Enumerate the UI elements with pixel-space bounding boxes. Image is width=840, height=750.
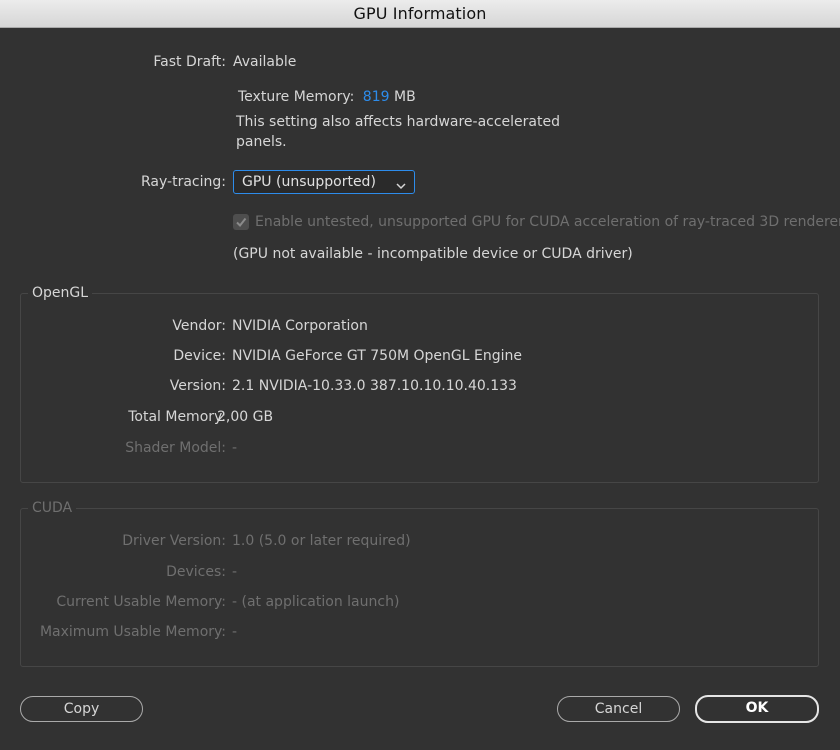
ray-tracing-select[interactable]: GPU (unsupported) [233,170,415,194]
enable-untested-gpu-label: Enable untested, unsupported GPU for CUD… [255,214,840,230]
fast-draft-note-line2: panels. [236,134,287,150]
vendor-label: Vendor: [172,318,226,334]
total-memory-label: Total Memory: [128,409,226,425]
texture-memory-label: Texture Memory: [238,89,355,105]
ray-tracing-status: (GPU not available - incompatible device… [233,246,633,262]
gpu-information-dialog: GPU Information Fast Draft: Available Te… [0,0,840,750]
chevron-down-icon [396,178,406,194]
cuda-group [20,508,819,667]
texture-memory-row: Texture Memory: 819 MB [238,89,416,105]
ray-tracing-label: Ray-tracing: [141,174,226,190]
fast-draft-label: Fast Draft: [153,54,226,70]
enable-untested-gpu-checkbox[interactable] [233,214,249,230]
version-value: 2.1 NVIDIA-10.33.0 387.10.10.10.40.133 [232,378,517,394]
copy-button[interactable]: Copy [20,696,143,722]
version-label: Version: [169,378,226,394]
cuda-group-title: CUDA [28,500,77,516]
current-usable-memory-label: Current Usable Memory: [56,594,226,610]
shader-model-value: - [232,440,238,456]
fast-draft-note-line1: This setting also affects hardware-accel… [236,114,560,130]
vendor-value: NVIDIA Corporation [232,318,368,334]
checkmark-icon [236,217,247,228]
window-title: GPU Information [353,4,487,23]
title-bar[interactable]: GPU Information [0,0,840,28]
devices-value: - [232,564,238,580]
device-value: NVIDIA GeForce GT 750M OpenGL Engine [232,348,522,364]
maximum-usable-memory-value: - [232,624,238,640]
driver-version-value: 1.0 (5.0 or later required) [232,533,411,549]
ok-button[interactable]: OK [695,695,819,723]
cancel-button[interactable]: Cancel [557,696,680,722]
device-label: Device: [173,348,226,364]
opengl-group-title: OpenGL [28,285,93,301]
ray-tracing-selected-value: GPU (unsupported) [242,174,376,190]
devices-label: Devices: [166,564,226,580]
maximum-usable-memory-label: Maximum Usable Memory: [39,624,226,640]
texture-memory-value: 819 [362,89,390,105]
shader-model-label: Shader Model: [125,440,226,456]
total-memory-value: 2,00 GB [217,409,274,425]
texture-memory-unit: MB [393,89,416,105]
fast-draft-value: Available [233,54,297,70]
current-usable-memory-value: - (at application launch) [232,594,400,610]
driver-version-label: Driver Version: [122,533,226,549]
